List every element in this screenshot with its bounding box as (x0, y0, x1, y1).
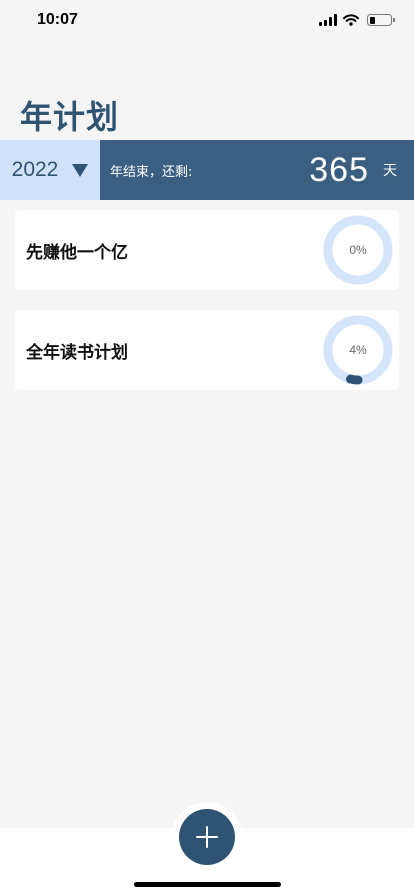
remaining-label: 年结束，还剩: (110, 164, 193, 180)
status-time: 10:07 (37, 11, 78, 28)
remaining-days-unit: 天 (383, 163, 397, 179)
progress-percent: 4% (349, 343, 367, 357)
progress-ring: 4% (322, 314, 394, 386)
cellular-signal-icon (319, 14, 337, 26)
progress-ring: 0% (322, 214, 394, 286)
plan-list: 先赚他一个亿 0% 全年读书计划 4% (15, 210, 399, 410)
add-plan-button[interactable] (179, 809, 235, 865)
year-selector[interactable]: 2022 (0, 140, 100, 200)
year-bar: 2022 年结束，还剩: 365 天 (0, 140, 414, 200)
wifi-icon (343, 14, 359, 26)
battery-icon (367, 14, 395, 26)
home-indicator (134, 882, 281, 887)
page-title: 年计划 (20, 98, 120, 136)
progress-percent: 0% (349, 243, 367, 257)
caret-down-icon (72, 163, 89, 177)
plan-name: 先赚他一个亿 (26, 242, 128, 263)
year-value: 2022 (11, 158, 59, 181)
status-bar: 10:07 (0, 0, 414, 44)
plan-name: 全年读书计划 (26, 342, 128, 363)
remaining-days-count: 365 (309, 150, 369, 189)
plan-card[interactable]: 全年读书计划 4% (15, 310, 399, 390)
plan-card[interactable]: 先赚他一个亿 0% (15, 210, 399, 290)
status-icons (319, 14, 395, 26)
battery-level (369, 16, 375, 24)
remaining-days-panel: 年结束，还剩: 365 天 (100, 140, 414, 200)
